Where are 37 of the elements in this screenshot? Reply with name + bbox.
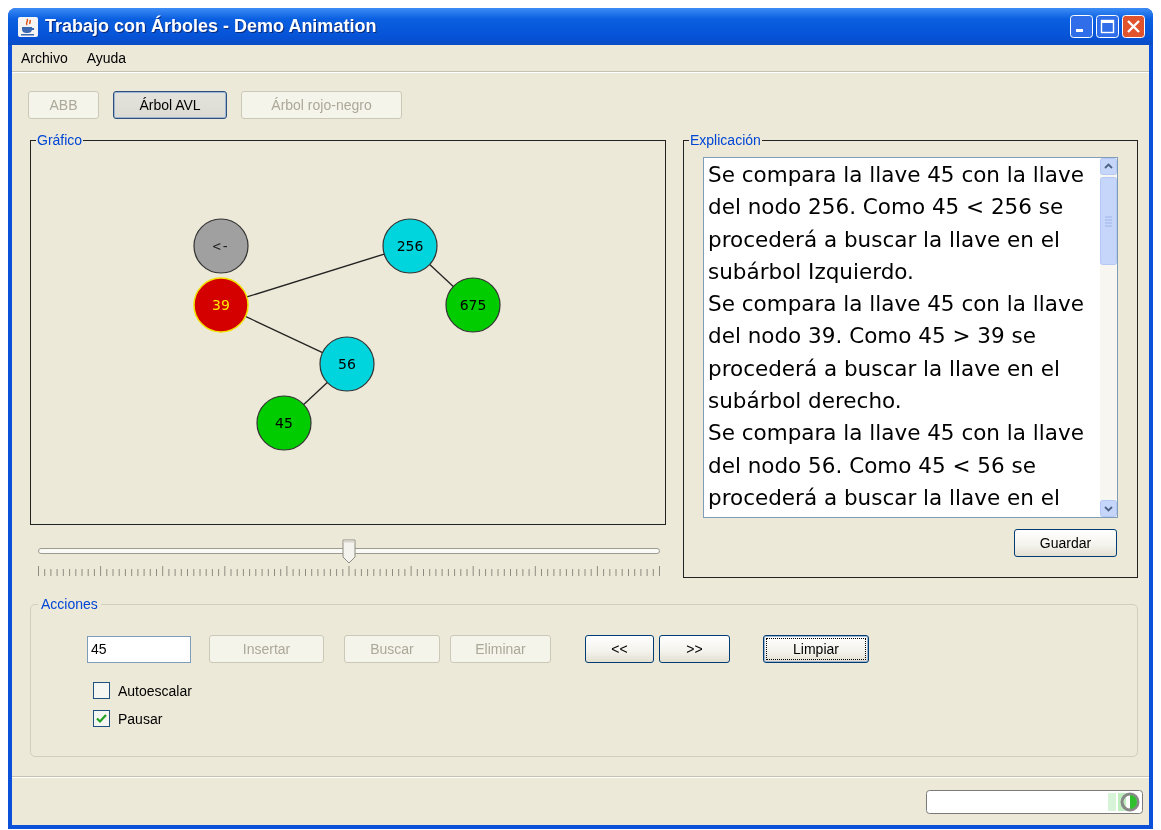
menu-item[interactable]: Ayuda bbox=[80, 50, 133, 66]
node-label: <- bbox=[212, 238, 230, 254]
node-label: 56 bbox=[338, 356, 356, 372]
explanation-text: Se compara la llave 45 con la llave del nodo 56. Como 45 < 56 se procederá a buscar la llave en el bbox=[708, 419, 1085, 512]
step-forward-button[interactable]: >> bbox=[659, 635, 730, 663]
node-label: 39 bbox=[212, 297, 230, 313]
key-input-field[interactable]: 45 bbox=[87, 635, 191, 663]
clear-button[interactable]: Limpiar bbox=[763, 635, 869, 663]
slider-thumb[interactable] bbox=[342, 539, 356, 565]
panel-title: Explicación bbox=[689, 132, 762, 148]
tree-edge bbox=[429, 263, 454, 288]
scrollbar[interactable] bbox=[1100, 158, 1117, 517]
cup-icon bbox=[18, 16, 38, 37]
maximize-button[interactable] bbox=[1096, 15, 1119, 38]
tree-edge bbox=[303, 381, 328, 406]
node-label: 45 bbox=[275, 415, 293, 431]
node-label: 256 bbox=[396, 238, 424, 254]
menu-item[interactable]: Archivo bbox=[15, 50, 74, 66]
close-button[interactable] bbox=[1122, 15, 1145, 38]
checkbox-label: Pausar bbox=[118, 710, 163, 727]
explanation-text: Se compara la llave 45 con la llave del nodo 39. Como 45 > 39 se procederá a buscar la llave en el subárbol derecho. bbox=[708, 290, 1085, 416]
panel-title: Gráfico bbox=[36, 132, 84, 148]
tree-type-button[interactable]: Árbol AVL bbox=[113, 91, 227, 119]
checkbox-label: Autoescalar bbox=[118, 682, 192, 699]
explanation-text: Se compara la llave 45 con la llave del nodo 256. Como 45 < 256 se procederá a buscar la llave en el subárbol Izquierdo. bbox=[708, 161, 1085, 286]
minimize-button[interactable] bbox=[1070, 15, 1093, 38]
scroll-up-button[interactable] bbox=[1100, 158, 1117, 175]
scroll-thumb[interactable] bbox=[1100, 177, 1117, 265]
checkbox[interactable] bbox=[93, 682, 110, 699]
scroll-down-button[interactable] bbox=[1100, 500, 1117, 517]
step-back-button[interactable]: << bbox=[585, 635, 654, 663]
explanation-text-area[interactable] bbox=[703, 157, 1118, 518]
panel-title: Acciones bbox=[40, 596, 99, 612]
window-title: Trabajo con Árboles - Demo Animation bbox=[45, 16, 377, 37]
save-button[interactable]: Guardar bbox=[1014, 529, 1117, 557]
checkbox[interactable] bbox=[93, 710, 110, 727]
node-label: 675 bbox=[459, 297, 487, 313]
